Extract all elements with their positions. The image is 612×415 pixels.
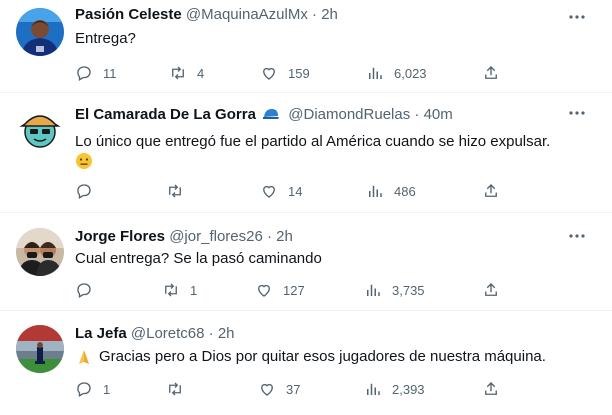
view-count: 2,393 — [392, 381, 425, 397]
tweet[interactable]: Jorge Flores @jor_flores26 · 2h Cual ent… — [0, 212, 612, 311]
tweet-actions: 1 127 3,735 — [0, 279, 612, 301]
more-options-icon[interactable] — [568, 227, 586, 245]
more-options-icon[interactable] — [568, 8, 586, 26]
retweet-icon — [169, 382, 181, 396]
reply-icon — [77, 283, 91, 298]
reply-button[interactable] — [75, 279, 103, 301]
retweet-count: 4 — [197, 65, 205, 81]
reply-count: 11 — [103, 65, 117, 81]
heart-icon — [263, 67, 275, 80]
tweet-header: El Camarada De La Gorra @DiamondRuelas ·… — [75, 105, 453, 125]
retweet-button[interactable] — [166, 378, 194, 400]
timestamp[interactable]: 2h — [276, 228, 293, 245]
avatar[interactable] — [16, 228, 64, 276]
retweet-icon — [165, 283, 177, 297]
display-name[interactable]: Jorge Flores — [75, 228, 165, 245]
separator-dot: · — [414, 106, 420, 123]
views-button[interactable]: 2,393 — [364, 378, 425, 400]
timestamp[interactable]: 2h — [321, 6, 338, 23]
retweet-icon — [172, 66, 184, 80]
timeline: Pasión Celeste @MaquinaAzulMx · 2h Entre… — [0, 0, 612, 415]
retweet-count: 1 — [190, 282, 198, 298]
display-name[interactable]: Pasión Celeste — [75, 6, 182, 23]
avatar[interactable] — [16, 104, 64, 152]
separator-dot: · — [208, 325, 214, 342]
share-icon — [485, 283, 497, 296]
reply-icon — [77, 66, 91, 81]
like-count: 37 — [286, 381, 301, 397]
reply-button[interactable] — [75, 180, 103, 202]
share-button[interactable] — [482, 378, 500, 400]
tweet-header: Jorge Flores @jor_flores26 · 2h — [75, 227, 293, 247]
reply-button[interactable]: 11 — [75, 62, 117, 84]
analytics-icon — [367, 284, 380, 296]
timestamp[interactable]: 40m — [424, 106, 453, 123]
display-name[interactable]: El Camarada De La Gorra — [75, 106, 256, 123]
like-button[interactable]: 127 — [255, 279, 305, 301]
like-count: 14 — [288, 183, 303, 199]
blue-cap-icon — [262, 106, 280, 128]
like-button[interactable]: 159 — [260, 62, 310, 84]
like-button[interactable]: 14 — [260, 180, 302, 202]
tweet-header: Pasión Celeste @MaquinaAzulMx · 2h — [75, 5, 338, 25]
tweet-text: Lo único que entregó fue el partido al A… — [75, 133, 551, 150]
view-count: 3,735 — [392, 282, 425, 298]
tweet[interactable]: El Camarada De La Gorra @DiamondRuelas ·… — [0, 92, 612, 213]
user-handle[interactable]: @DiamondRuelas — [288, 106, 410, 123]
reply-button[interactable]: 1 — [75, 378, 110, 400]
share-button[interactable] — [482, 279, 500, 301]
tweet-text: Cual entrega? Se la pasó caminando — [75, 250, 322, 267]
reply-icon — [77, 184, 91, 199]
reply-count: 1 — [103, 381, 111, 397]
analytics-icon — [367, 383, 380, 395]
separator-dot: · — [266, 228, 272, 245]
tweet[interactable]: Pasión Celeste @MaquinaAzulMx · 2h Entre… — [0, 0, 612, 93]
tweet-actions: 1 37 2,393 — [0, 378, 612, 400]
views-button[interactable]: 486 — [366, 180, 416, 202]
timestamp[interactable]: 2h — [218, 325, 235, 342]
neutral-face-icon — [75, 152, 93, 175]
user-handle[interactable]: @Loretc68 — [131, 325, 205, 342]
more-options-icon[interactable] — [568, 104, 586, 122]
view-count: 6,023 — [394, 65, 427, 81]
retweet-button[interactable]: 1 — [162, 279, 197, 301]
tweet-actions: 11 4 159 6,023 — [0, 62, 612, 84]
heart-icon — [258, 284, 270, 297]
retweet-button[interactable] — [166, 180, 194, 202]
share-icon — [485, 184, 497, 197]
separator-dot: · — [312, 6, 318, 23]
tweet-text: Entrega? — [75, 30, 136, 47]
like-count: 127 — [283, 282, 305, 298]
like-button[interactable]: 37 — [258, 378, 300, 400]
share-button[interactable] — [482, 180, 500, 202]
share-icon — [485, 66, 497, 79]
like-count: 159 — [288, 65, 310, 81]
tweet-header: La Jefa @Loretc68 · 2h — [75, 324, 235, 344]
avatar[interactable] — [16, 8, 64, 56]
reply-icon — [77, 382, 91, 397]
folded-hands-icon — [75, 348, 93, 371]
display-name[interactable]: La Jefa — [75, 325, 127, 342]
user-handle[interactable]: @jor_flores26 — [169, 228, 263, 245]
analytics-icon — [369, 185, 382, 197]
avatar[interactable] — [16, 325, 64, 373]
views-button[interactable]: 3,735 — [364, 279, 425, 301]
retweet-icon — [169, 184, 181, 198]
heart-icon — [263, 185, 275, 198]
share-button[interactable] — [482, 62, 500, 84]
share-icon — [485, 382, 497, 395]
views-button[interactable]: 6,023 — [366, 62, 427, 84]
user-handle[interactable]: @MaquinaAzulMx — [186, 6, 308, 23]
retweet-button[interactable]: 4 — [169, 62, 204, 84]
tweet[interactable]: La Jefa @Loretc68 · 2h Gracias pero a Di… — [0, 310, 612, 415]
view-count: 486 — [394, 183, 416, 199]
heart-icon — [261, 383, 273, 396]
analytics-icon — [369, 67, 382, 79]
tweet-actions: 14 486 — [0, 180, 612, 202]
tweet-text: Gracias pero a Dios por quitar esos juga… — [99, 348, 546, 365]
